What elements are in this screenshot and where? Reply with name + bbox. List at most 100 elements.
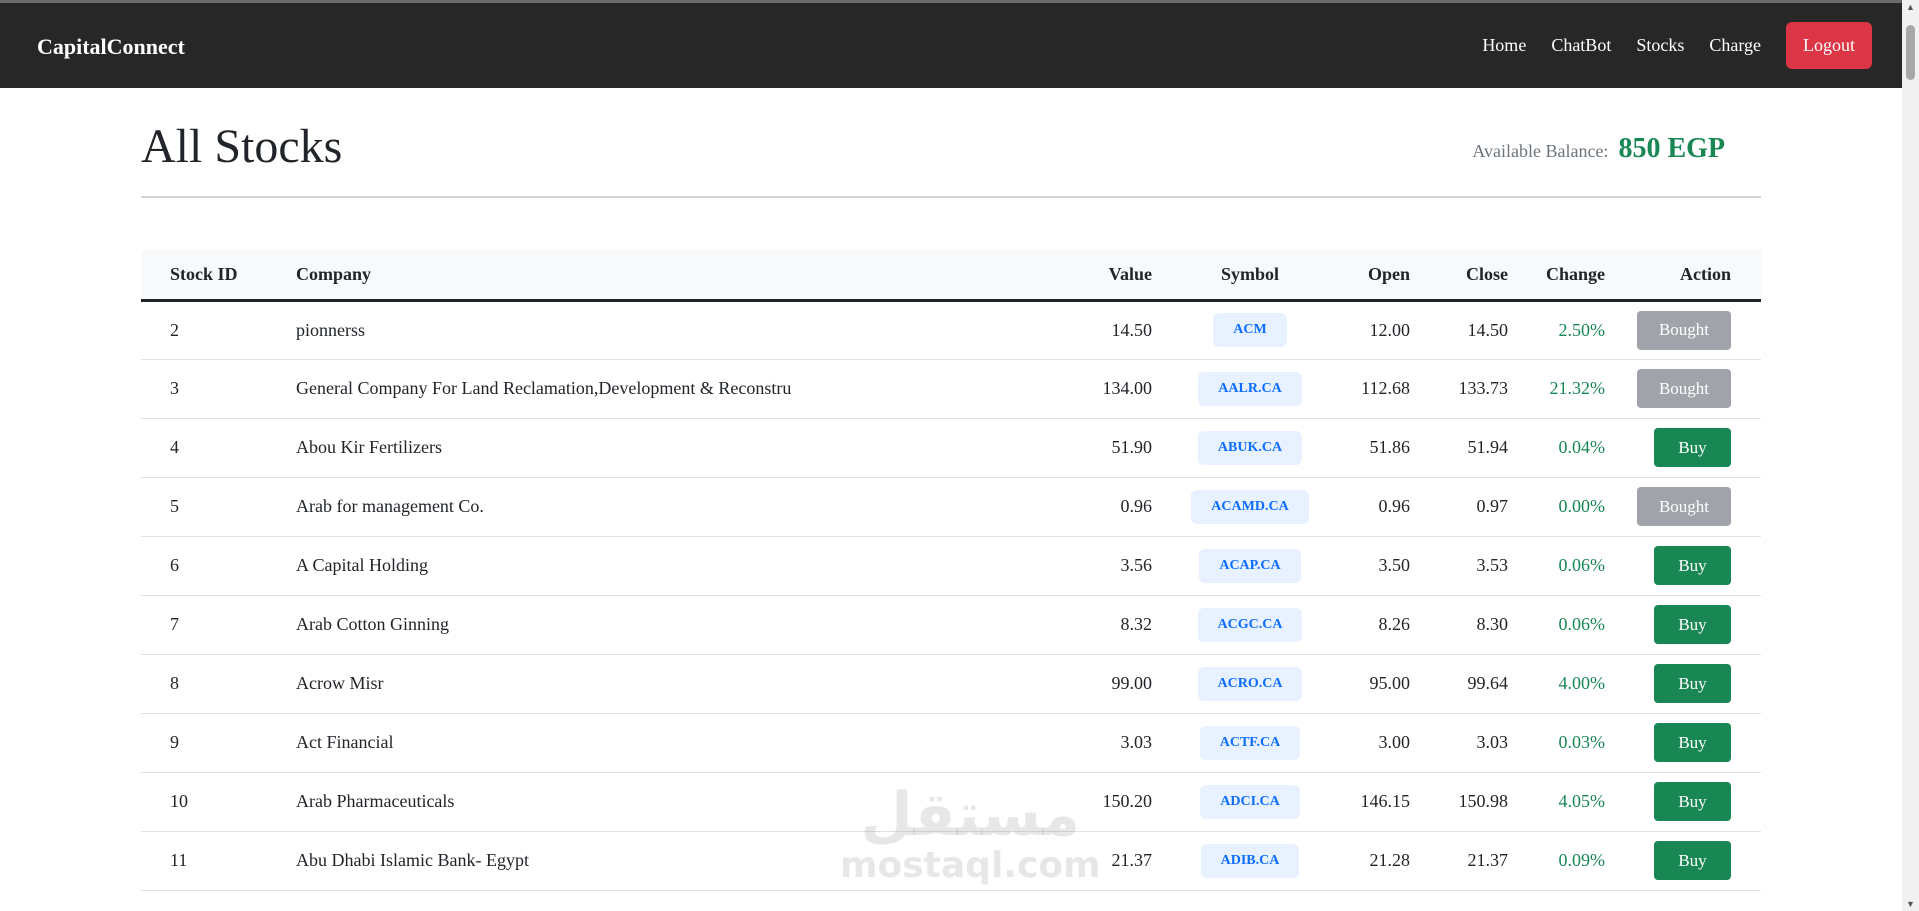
header-stock-id: Stock ID: [141, 250, 284, 302]
symbol-badge: ACAMD.CA: [1191, 489, 1309, 524]
symbol-badge: ABUK.CA: [1197, 430, 1303, 465]
brand-logo[interactable]: CapitalConnect: [37, 34, 185, 60]
table-row: 9 Act Financial 3.03 ACTF.CA 3.00 3.03 0…: [141, 713, 1761, 773]
buy-button[interactable]: Buy: [1654, 841, 1731, 880]
cell-open: 0.96: [1336, 477, 1422, 537]
cell-action: Buy: [1617, 713, 1761, 773]
cell-open: 3.50: [1336, 536, 1422, 596]
table-row: 8 Acrow Misr 99.00 ACRO.CA 95.00 99.64 4…: [141, 654, 1761, 714]
symbol-badge: ACRO.CA: [1197, 666, 1303, 701]
header-symbol: Symbol: [1164, 250, 1336, 302]
symbol-badge: ACAP.CA: [1199, 548, 1301, 583]
scroll-down-icon[interactable]: ▼: [1906, 899, 1915, 909]
buy-button[interactable]: Buy: [1654, 664, 1731, 703]
cell-open: 95.00: [1336, 654, 1422, 714]
cell-symbol: ABUK.CA: [1164, 418, 1336, 478]
cell-action: Bought: [1617, 359, 1761, 419]
header-change: Change: [1520, 250, 1617, 302]
cell-close: 0.97: [1422, 477, 1520, 537]
cell-close: 8.30: [1422, 595, 1520, 655]
header-close: Close: [1422, 250, 1520, 302]
nav-home[interactable]: Home: [1482, 35, 1526, 56]
cell-company: Abou Kir Fertilizers: [284, 418, 1000, 478]
cell-close: 3.03: [1422, 713, 1520, 773]
buy-button[interactable]: Buy: [1654, 782, 1731, 821]
buy-button[interactable]: Buy: [1654, 723, 1731, 762]
bought-button[interactable]: Bought: [1637, 369, 1731, 408]
nav-charge[interactable]: Charge: [1709, 35, 1761, 56]
cell-action: Buy: [1617, 772, 1761, 832]
cell-change: 0.06%: [1520, 595, 1617, 655]
cell-company: General Company For Land Reclamation,Dev…: [284, 359, 1000, 419]
cell-symbol: ACAP.CA: [1164, 536, 1336, 596]
cell-stock-id: 4: [141, 418, 284, 478]
cell-stock-id: 7: [141, 595, 284, 655]
cell-symbol: ACGC.CA: [1164, 595, 1336, 655]
cell-company: Arab for management Co.: [284, 477, 1000, 537]
cell-change: 0.03%: [1520, 713, 1617, 773]
available-balance: Available Balance: 850 EGP: [1472, 133, 1725, 165]
header-company: Company: [284, 250, 1000, 302]
nav-stocks[interactable]: Stocks: [1636, 35, 1684, 56]
symbol-badge: ACTF.CA: [1199, 725, 1301, 760]
header-value: Value: [1000, 250, 1164, 302]
cell-action: Buy: [1617, 418, 1761, 478]
stocks-table: Stock ID Company Value Symbol Open Close…: [141, 250, 1761, 891]
cell-open: 12.00: [1336, 300, 1422, 360]
cell-company: pionnerss: [284, 300, 1000, 360]
cell-value: 3.56: [1000, 536, 1164, 596]
cell-value: 14.50: [1000, 300, 1164, 360]
cell-company: Arab Cotton Ginning: [284, 595, 1000, 655]
cell-change: 0.04%: [1520, 418, 1617, 478]
cell-open: 21.28: [1336, 831, 1422, 891]
cell-symbol: ACTF.CA: [1164, 713, 1336, 773]
table-row: 2 pionnerss 14.50 ACM 12.00 14.50 2.50% …: [141, 300, 1761, 360]
buy-button[interactable]: Buy: [1654, 605, 1731, 644]
cell-change: 4.00%: [1520, 654, 1617, 714]
balance-label: Available Balance:: [1472, 141, 1609, 161]
cell-close: 3.53: [1422, 536, 1520, 596]
cell-symbol: ADCI.CA: [1164, 772, 1336, 832]
table-row: 5 Arab for management Co. 0.96 ACAMD.CA …: [141, 477, 1761, 537]
cell-stock-id: 11: [141, 831, 284, 891]
cell-change: 4.05%: [1520, 772, 1617, 832]
bought-button[interactable]: Bought: [1637, 487, 1731, 526]
cell-close: 51.94: [1422, 418, 1520, 478]
table-header-row: Stock ID Company Value Symbol Open Close…: [141, 250, 1761, 302]
divider: [141, 196, 1761, 198]
cell-action: Bought: [1617, 477, 1761, 537]
scrollbar-thumb[interactable]: [1906, 25, 1915, 80]
table-row: 6 A Capital Holding 3.56 ACAP.CA 3.50 3.…: [141, 536, 1761, 596]
header-open: Open: [1336, 250, 1422, 302]
cell-open: 112.68: [1336, 359, 1422, 419]
navbar: CapitalConnect Home ChatBot Stocks Charg…: [0, 3, 1902, 88]
cell-value: 0.96: [1000, 477, 1164, 537]
bought-button[interactable]: Bought: [1637, 310, 1731, 350]
cell-company: Acrow Misr: [284, 654, 1000, 714]
cell-stock-id: 5: [141, 477, 284, 537]
cell-symbol: ADIB.CA: [1164, 831, 1336, 891]
symbol-badge: ACGC.CA: [1197, 607, 1303, 642]
cell-value: 51.90: [1000, 418, 1164, 478]
nav-chatbot[interactable]: ChatBot: [1551, 35, 1611, 56]
cell-action: Bought: [1617, 300, 1761, 360]
scrollbar[interactable]: ▲ ▼: [1902, 0, 1919, 911]
cell-action: Buy: [1617, 595, 1761, 655]
cell-action: Buy: [1617, 654, 1761, 714]
table-row: 4 Abou Kir Fertilizers 51.90 ABUK.CA 51.…: [141, 418, 1761, 478]
cell-open: 146.15: [1336, 772, 1422, 832]
cell-symbol: AALR.CA: [1164, 359, 1336, 419]
table-row: 11 Abu Dhabi Islamic Bank- Egypt 21.37 A…: [141, 831, 1761, 891]
table-row: 10 Arab Pharmaceuticals 150.20 ADCI.CA 1…: [141, 772, 1761, 832]
cell-close: 99.64: [1422, 654, 1520, 714]
buy-button[interactable]: Buy: [1654, 546, 1731, 585]
cell-stock-id: 2: [141, 300, 284, 360]
logout-button[interactable]: Logout: [1786, 22, 1872, 69]
cell-change: 0.09%: [1520, 831, 1617, 891]
cell-change: 0.06%: [1520, 536, 1617, 596]
cell-value: 3.03: [1000, 713, 1164, 773]
buy-button[interactable]: Buy: [1654, 428, 1731, 467]
nav-links: Home ChatBot Stocks Charge Logout: [1457, 22, 1872, 69]
scroll-up-icon[interactable]: ▲: [1906, 2, 1915, 12]
symbol-badge: ADCI.CA: [1200, 784, 1300, 819]
